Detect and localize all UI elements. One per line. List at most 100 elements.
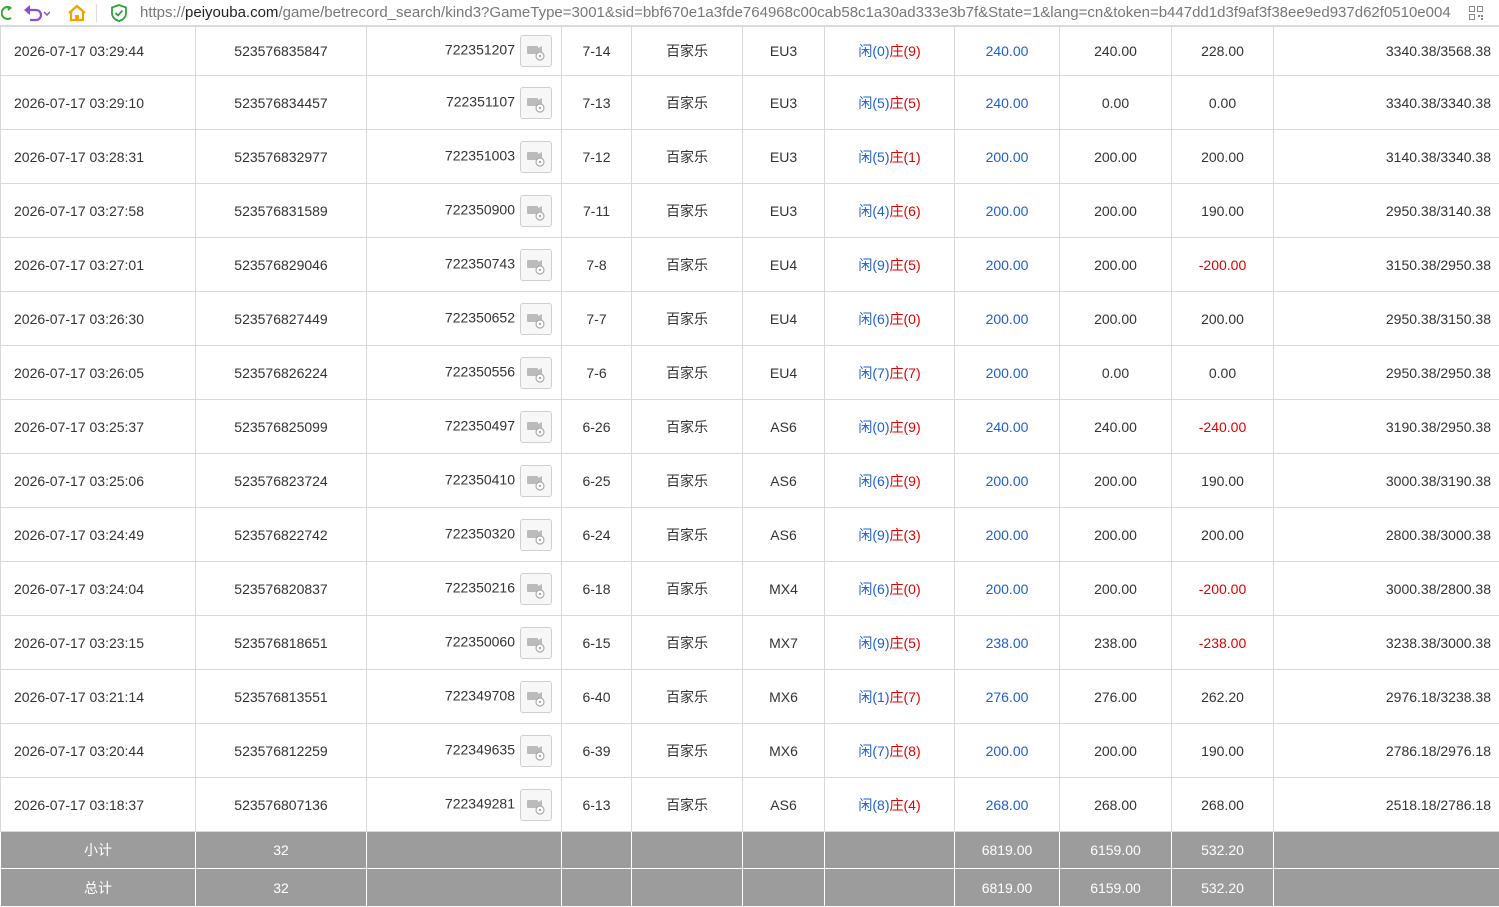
banker-result: 庄(4) [889,796,921,813]
replay-video-icon[interactable] [520,302,552,335]
balance: 3000.38/2800.38 [1273,561,1499,616]
banker-result: 庄(7) [889,688,921,705]
round-cell: 722349281 [366,777,562,832]
table-number: 6-25 [561,453,632,508]
bet-amount: 200.00 [954,345,1060,400]
result-cell: 闲(7)庄(7) [824,345,955,400]
browser-toolbar: https://peiyouba.com/game/betrecord_sear… [0,0,1499,26]
replay-video-icon[interactable] [520,788,552,821]
bet-amount: 200.00 [954,453,1060,508]
replay-video-icon[interactable] [520,86,552,119]
result-cell: 闲(0)庄(9) [824,399,955,454]
player-result: 闲(6) [858,310,890,327]
room-code: EU3 [742,129,825,184]
game-name: 百家乐 [631,561,743,616]
room-code: EU3 [742,183,825,238]
balance: 2786.18/2976.18 [1273,723,1499,778]
address-bar[interactable]: https://peiyouba.com/game/betrecord_sear… [140,0,1465,26]
replay-video-icon[interactable] [520,734,552,767]
replay-video-icon[interactable] [520,194,552,227]
replay-video-icon[interactable] [520,356,552,389]
win-amount: 0.00 [1171,75,1274,130]
refresh-icon[interactable] [0,0,14,26]
round-cell: 722350556 [366,345,562,400]
table-footer: 小计 32 6819.00 6159.00 532.20 总计 32 6819.… [0,831,1499,907]
banker-result: 庄(5) [889,634,921,651]
player-result: 闲(9) [858,256,890,273]
game-name: 百家乐 [631,75,743,130]
banker-result: 庄(8) [889,742,921,759]
player-result: 闲(7) [858,364,890,381]
balance: 2950.38/3140.38 [1273,183,1499,238]
replay-video-icon[interactable] [520,35,552,67]
room-code: MX6 [742,723,825,778]
bet-amount: 276.00 [954,669,1060,724]
replay-video-icon[interactable] [520,140,552,173]
bet-time: 2026-07-17 03:27:58 [0,183,196,238]
valid-bet: 238.00 [1059,615,1172,670]
player-result: 闲(7) [858,742,890,759]
order-number: 523576835847 [195,26,367,76]
balance: 3140.38/3340.38 [1273,129,1499,184]
order-number: 523576834457 [195,75,367,130]
valid-bet: 276.00 [1059,669,1172,724]
table-number: 6-40 [561,669,632,724]
player-result: 闲(8) [858,796,890,813]
round-cell: 722350652 [366,291,562,346]
order-number: 523576818651 [195,615,367,670]
player-result: 闲(0) [858,418,890,435]
result-cell: 闲(9)庄(5) [824,237,955,292]
win-amount: 200.00 [1171,291,1274,346]
table-row: 2026-07-17 03:27:58 523576831589 722350900… [0,183,1499,238]
game-name: 百家乐 [631,669,743,724]
balance: 2976.18/3238.38 [1273,669,1499,724]
replay-video-icon[interactable] [520,518,552,551]
valid-bet: 200.00 [1059,237,1172,292]
round-cell: 722350497 [366,399,562,454]
table-number: 6-26 [561,399,632,454]
home-icon[interactable] [66,0,88,26]
round-number: 722350743 [444,255,515,272]
game-name: 百家乐 [631,237,743,292]
order-number: 523576832977 [195,129,367,184]
shield-check-icon[interactable] [110,0,128,26]
replay-video-icon[interactable] [520,464,552,497]
round-number: 722350060 [444,633,515,650]
undo-icon[interactable] [22,0,50,26]
replay-video-icon[interactable] [520,572,552,605]
replay-video-icon[interactable] [520,626,552,659]
replay-video-icon[interactable] [520,410,552,443]
bet-time: 2026-07-17 03:29:10 [0,75,196,130]
subtotal-label: 小计 [0,831,196,869]
table-row: 2026-07-17 03:26:05 523576826224 722350556… [0,345,1499,400]
order-number: 523576826224 [195,345,367,400]
win-amount: 262.20 [1171,669,1274,724]
qr-code-icon[interactable] [1469,6,1483,20]
balance: 3340.38/3340.38 [1273,75,1499,130]
room-code: AS6 [742,399,825,454]
result-cell: 闲(1)庄(7) [824,669,955,724]
replay-video-icon[interactable] [520,680,552,713]
replay-video-icon[interactable] [520,248,552,281]
bet-amount: 240.00 [954,75,1060,130]
table-row: 2026-07-17 03:25:37 523576825099 722350497… [0,399,1499,454]
banker-result: 庄(5) [889,256,921,273]
balance: 2518.18/2786.18 [1273,777,1499,832]
result-cell: 闲(4)庄(6) [824,183,955,238]
table-number: 7-12 [561,129,632,184]
balance: 2950.38/2950.38 [1273,345,1499,400]
table-row: 2026-07-17 03:27:01 523576829046 722350743… [0,237,1499,292]
subtotal-bet: 6819.00 [954,831,1060,869]
total-row: 总计 32 6819.00 6159.00 532.20 [0,868,1499,907]
player-result: 闲(9) [858,526,890,543]
game-name: 百家乐 [631,507,743,562]
table-row: 2026-07-17 03:23:15 523576818651 722350060… [0,615,1499,670]
bet-time: 2026-07-17 03:27:01 [0,237,196,292]
win-amount: 190.00 [1171,723,1274,778]
table-body: 2026-07-17 03:29:44 523576835847 722351207… [0,26,1499,832]
game-name: 百家乐 [631,399,743,454]
room-code: AS6 [742,507,825,562]
bet-time: 2026-07-17 03:24:04 [0,561,196,616]
table-number: 7-13 [561,75,632,130]
subtotal-row: 小计 32 6819.00 6159.00 532.20 [0,831,1499,869]
